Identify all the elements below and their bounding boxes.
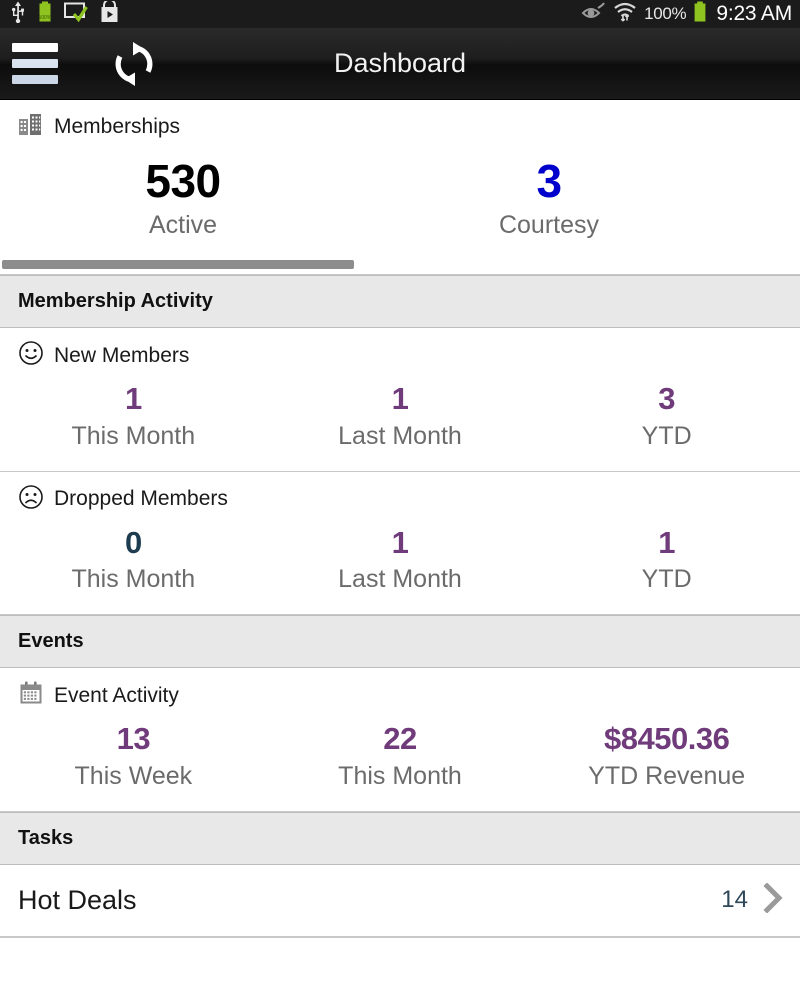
frowning-face-icon bbox=[18, 484, 44, 515]
events-this-month[interactable]: 22 This Month bbox=[267, 713, 534, 811]
new-members-card[interactable]: New Members 1 This Month 1 Last Month 3 … bbox=[0, 328, 800, 472]
svg-text:100%: 100% bbox=[39, 15, 52, 21]
battery-charging-icon: 100% bbox=[38, 1, 52, 28]
stat-courtesy-caption: Courtesy bbox=[498, 211, 600, 240]
new-members-ytd-value: 3 bbox=[658, 381, 676, 417]
new-members-last-month[interactable]: 1 Last Month bbox=[267, 373, 534, 471]
dropped-members-label: Dropped Members bbox=[54, 487, 228, 511]
new-members-this-month-caption: This Month bbox=[71, 421, 196, 450]
memberships-card[interactable]: Memberships 530 Active 3 Courtesy 33 Pro… bbox=[0, 100, 800, 276]
stat-active-caption: Active bbox=[148, 211, 218, 240]
stat-courtesy[interactable]: 3 Courtesy bbox=[366, 143, 732, 258]
section-header-membership-activity: Membership Activity bbox=[0, 275, 800, 329]
dropped-members-last-month-caption: Last Month bbox=[338, 565, 462, 594]
dropped-members-ytd-value: 1 bbox=[658, 524, 676, 560]
stat-prospective-caption: Prospective bbox=[732, 211, 800, 240]
bottom-divider bbox=[0, 936, 800, 938]
chevron-right-icon[interactable] bbox=[762, 882, 784, 918]
events-this-month-value: 22 bbox=[383, 721, 417, 757]
dropped-members-card[interactable]: Dropped Members 0 This Month 1 Last Mont… bbox=[0, 471, 800, 616]
new-members-ytd-caption: YTD bbox=[641, 421, 692, 450]
events-ytd-revenue[interactable]: $8450.36 YTD Revenue bbox=[533, 713, 800, 811]
events-this-week-value: 13 bbox=[116, 721, 151, 757]
event-activity-label: Event Activity bbox=[54, 683, 179, 707]
new-members-label: New Members bbox=[54, 343, 190, 367]
new-members-ytd[interactable]: 3 YTD bbox=[533, 373, 800, 471]
section-header-events: Events bbox=[0, 615, 800, 669]
memberships-label: Memberships bbox=[54, 114, 181, 138]
events-this-week[interactable]: 13 This Week bbox=[0, 713, 267, 811]
memberships-stats-row: 530 Active 3 Courtesy 33 Prospective bbox=[0, 143, 800, 258]
usb-icon bbox=[10, 1, 26, 28]
horizontal-scrollbar[interactable] bbox=[0, 258, 800, 275]
memberships-stats-scroller[interactable]: 530 Active 3 Courtesy 33 Prospective bbox=[0, 143, 800, 275]
new-members-this-month[interactable]: 1 This Month bbox=[0, 373, 267, 471]
calendar-icon bbox=[18, 680, 44, 711]
section-header-tasks: Tasks bbox=[0, 811, 800, 865]
dropped-members-ytd-caption: YTD bbox=[641, 565, 692, 594]
dropped-members-ytd[interactable]: 1 YTD bbox=[533, 517, 800, 615]
screen-check-icon bbox=[64, 1, 88, 28]
dropped-members-this-month[interactable]: 0 This Month bbox=[0, 517, 267, 615]
new-members-stats-row: 1 This Month 1 Last Month 3 YTD bbox=[0, 373, 800, 471]
event-activity-card-header: Event Activity bbox=[0, 668, 800, 713]
dashboard-content: Memberships 530 Active 3 Courtesy 33 Pro… bbox=[0, 100, 800, 938]
new-members-last-month-value: 1 bbox=[391, 381, 409, 417]
dropped-members-card-header: Dropped Members bbox=[0, 472, 800, 517]
events-this-month-caption: This Month bbox=[338, 761, 462, 790]
status-bar-left-icons: 100% bbox=[10, 0, 119, 28]
new-members-card-header: New Members bbox=[0, 328, 800, 373]
stat-courtesy-value: 3 bbox=[536, 155, 562, 207]
new-members-last-month-caption: Last Month bbox=[338, 421, 462, 450]
wifi-transfer-icon bbox=[613, 2, 637, 27]
action-bar: Dashboard bbox=[0, 28, 800, 100]
new-members-this-month-value: 1 bbox=[124, 381, 142, 417]
stat-active-value: 530 bbox=[145, 155, 221, 207]
battery-percent-label: 100% bbox=[644, 4, 687, 23]
play-store-icon bbox=[100, 0, 119, 28]
stat-active[interactable]: 530 Active bbox=[0, 143, 366, 258]
dropped-members-this-month-value: 0 bbox=[124, 524, 142, 560]
dropped-members-last-month-value: 1 bbox=[391, 524, 409, 560]
task-label: Hot Deals bbox=[18, 884, 137, 915]
dropped-members-this-month-caption: This Month bbox=[71, 565, 196, 594]
smiley-face-icon bbox=[18, 340, 44, 371]
task-count-badge: 14 bbox=[721, 886, 748, 914]
buildings-icon bbox=[18, 112, 44, 141]
sync-refresh-icon[interactable] bbox=[110, 40, 158, 88]
smart-stay-eye-icon bbox=[580, 1, 606, 27]
hamburger-menu-icon[interactable] bbox=[12, 43, 58, 84]
memberships-card-header: Memberships bbox=[0, 100, 800, 143]
stat-prospective-value: 33 bbox=[732, 157, 800, 205]
status-clock: 9:23 AM bbox=[716, 2, 792, 25]
event-activity-card[interactable]: Event Activity 13 This Week 22 This Mont… bbox=[0, 668, 800, 812]
dropped-members-last-month[interactable]: 1 Last Month bbox=[267, 517, 534, 615]
status-bar: 100% 100% 9:23 AM bbox=[0, 0, 800, 28]
events-ytd-revenue-caption: YTD Revenue bbox=[588, 761, 746, 790]
horizontal-scrollbar-thumb[interactable] bbox=[2, 260, 354, 270]
stat-prospective[interactable]: 33 Prospective bbox=[732, 143, 800, 258]
event-activity-stats-row: 13 This Week 22 This Month $8450.36 YTD … bbox=[0, 713, 800, 811]
events-ytd-revenue-value: $8450.36 bbox=[604, 721, 730, 757]
task-row-hot-deals[interactable]: Hot Deals 14 bbox=[0, 864, 800, 937]
status-bar-right-icons: 100% 9:23 AM bbox=[580, 1, 792, 28]
dropped-members-stats-row: 0 This Month 1 Last Month 1 YTD bbox=[0, 517, 800, 615]
task-row-right: 14 bbox=[721, 882, 784, 918]
events-this-week-caption: This Week bbox=[74, 761, 193, 790]
battery-icon bbox=[693, 1, 707, 28]
